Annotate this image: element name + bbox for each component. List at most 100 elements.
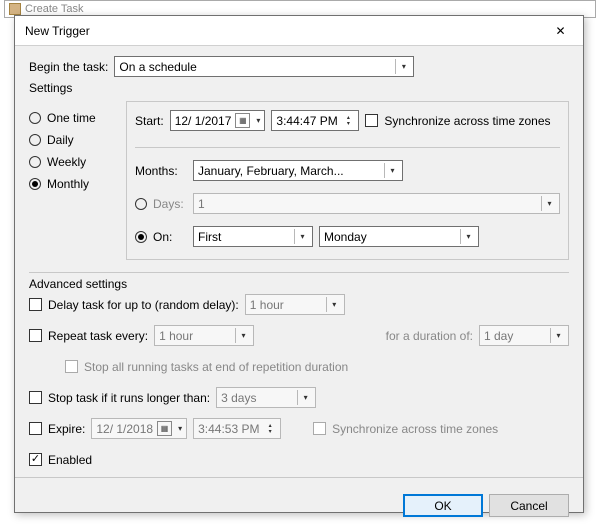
- radio-icon: [29, 112, 41, 124]
- delay-checkbox[interactable]: Delay task for up to (random delay):: [29, 298, 239, 312]
- delay-value: 1 hour: [250, 298, 284, 312]
- stop-longer-combo: 3 days ▾: [216, 387, 316, 408]
- freq-daily-radio[interactable]: Daily: [29, 133, 124, 147]
- checkbox-icon: [29, 422, 42, 435]
- cancel-button[interactable]: Cancel: [489, 494, 569, 517]
- checkbox-icon: [65, 360, 78, 373]
- repeat-combo: 1 hour ▾: [154, 325, 254, 346]
- begin-task-label: Begin the task:: [29, 60, 108, 74]
- expire-time-spinner: 3:44:53 PM ▴▾: [193, 418, 281, 439]
- settings-area: One time Daily Weekly Monthly: [29, 101, 569, 260]
- chevron-down-icon: ▾: [294, 229, 310, 244]
- ok-button[interactable]: OK: [403, 494, 483, 517]
- stop-end-row: Stop all running tasks at end of repetit…: [29, 355, 569, 378]
- radio-icon: [135, 198, 147, 210]
- months-value: January, February, March...: [198, 164, 344, 178]
- start-label: Start:: [135, 114, 164, 128]
- stop-longer-checkbox[interactable]: Stop task if it runs longer than:: [29, 391, 210, 405]
- expire-sync-checkbox: Synchronize across time zones: [313, 422, 498, 436]
- close-button[interactable]: ✕: [538, 16, 583, 46]
- close-icon: ✕: [555, 24, 565, 38]
- checkbox-icon: [365, 114, 378, 127]
- freq-monthly-label: Monthly: [47, 177, 89, 191]
- on-row: On: First ▾ Monday ▾: [135, 226, 560, 247]
- start-time-spinner[interactable]: 3:44:47 PM ▴▾: [271, 110, 359, 131]
- settings-label: Settings: [29, 81, 569, 95]
- duration-combo: 1 day ▾: [479, 325, 569, 346]
- start-row: Start: 12/ 1/2017 ▦ ▾ 3:44:47 PM ▴▾: [135, 110, 560, 131]
- new-trigger-dialog: New Trigger ✕ Begin the task: On a sched…: [14, 15, 584, 513]
- dialog-content: Begin the task: On a schedule ▾ Settings…: [15, 46, 583, 484]
- delay-row: Delay task for up to (random delay): 1 h…: [29, 293, 569, 316]
- checkbox-icon: [313, 422, 326, 435]
- chevron-down-icon: ▾: [326, 297, 342, 312]
- freq-weekly-radio[interactable]: Weekly: [29, 155, 124, 169]
- days-radio[interactable]: Days:: [135, 197, 187, 211]
- advanced-settings: Delay task for up to (random delay): 1 h…: [29, 293, 569, 471]
- checkbox-icon: [29, 453, 42, 466]
- repeat-checkbox[interactable]: Repeat task every:: [29, 329, 148, 343]
- sync-timezone-checkbox[interactable]: Synchronize across time zones: [365, 114, 550, 128]
- begin-task-combo[interactable]: On a schedule ▾: [114, 56, 414, 77]
- spinner-icon: ▴▾: [262, 421, 278, 436]
- chevron-down-icon: ▾: [541, 196, 557, 211]
- on-radio[interactable]: On:: [135, 230, 187, 244]
- footer-divider: [15, 477, 583, 478]
- stop-longer-value: 3 days: [221, 391, 256, 405]
- calendar-icon: ▦: [157, 421, 172, 436]
- duration-label: for a duration of:: [386, 329, 473, 343]
- expire-date-picker: 12/ 1/2018 ▦ ▾: [91, 418, 187, 439]
- enabled-label: Enabled: [48, 453, 92, 467]
- on-day-combo[interactable]: Monday ▾: [319, 226, 479, 247]
- radio-icon: [135, 231, 147, 243]
- days-label: Days:: [153, 197, 184, 211]
- titlebar: New Trigger ✕: [15, 16, 583, 46]
- stop-end-label: Stop all running tasks at end of repetit…: [84, 360, 348, 374]
- months-label: Months:: [135, 164, 187, 178]
- on-label: On:: [153, 230, 172, 244]
- expire-date-value: 12/ 1/2018: [96, 422, 153, 436]
- expire-checkbox[interactable]: Expire:: [29, 422, 85, 436]
- detail-column: Start: 12/ 1/2017 ▦ ▾ 3:44:47 PM ▴▾: [126, 101, 569, 260]
- divider: [29, 272, 569, 273]
- checkbox-icon: [29, 329, 42, 342]
- months-combo[interactable]: January, February, March... ▾: [193, 160, 403, 181]
- expire-row: Expire: 12/ 1/2018 ▦ ▾ 3:44:53 PM ▴▾ Syn…: [29, 417, 569, 440]
- radio-icon: [29, 134, 41, 146]
- chevron-down-icon: ▾: [235, 328, 251, 343]
- freq-weekly-label: Weekly: [47, 155, 86, 169]
- freq-one-time-label: One time: [47, 111, 96, 125]
- expire-sync-label: Synchronize across time zones: [332, 422, 498, 436]
- days-row: Days: 1 ▾: [135, 193, 560, 214]
- begin-task-row: Begin the task: On a schedule ▾: [29, 56, 569, 77]
- delay-label: Delay task for up to (random delay):: [48, 298, 239, 312]
- checkbox-icon: [29, 298, 42, 311]
- expire-label: Expire:: [48, 422, 85, 436]
- parent-title: Create Task: [25, 3, 84, 15]
- stop-end-checkbox: Stop all running tasks at end of repetit…: [65, 360, 348, 374]
- frequency-column: One time Daily Weekly Monthly: [29, 101, 124, 260]
- freq-daily-label: Daily: [47, 133, 74, 147]
- chevron-down-icon: ▾: [297, 390, 313, 405]
- repeat-label: Repeat task every:: [48, 329, 148, 343]
- start-date-picker[interactable]: 12/ 1/2017 ▦ ▾: [170, 110, 266, 131]
- freq-monthly-radio[interactable]: Monthly: [29, 177, 124, 191]
- delay-combo: 1 hour ▾: [245, 294, 345, 315]
- divider: [135, 147, 560, 148]
- sync-label: Synchronize across time zones: [384, 114, 550, 128]
- chevron-down-icon: ▾: [254, 116, 262, 125]
- stop-longer-row: Stop task if it runs longer than: 3 days…: [29, 386, 569, 409]
- repeat-row: Repeat task every: 1 hour ▾ for a durati…: [29, 324, 569, 347]
- window-title: New Trigger: [25, 24, 90, 38]
- days-combo: 1 ▾: [193, 193, 560, 214]
- radio-icon: [29, 156, 41, 168]
- on-ordinal-combo[interactable]: First ▾: [193, 226, 313, 247]
- enabled-checkbox[interactable]: Enabled: [29, 453, 92, 467]
- freq-one-time-radio[interactable]: One time: [29, 111, 124, 125]
- stop-longer-label: Stop task if it runs longer than:: [48, 391, 210, 405]
- repeat-value: 1 hour: [159, 329, 193, 343]
- calendar-icon: ▦: [235, 113, 250, 128]
- app-icon: [9, 3, 21, 15]
- on-day-value: Monday: [324, 230, 367, 244]
- days-value: 1: [198, 197, 205, 211]
